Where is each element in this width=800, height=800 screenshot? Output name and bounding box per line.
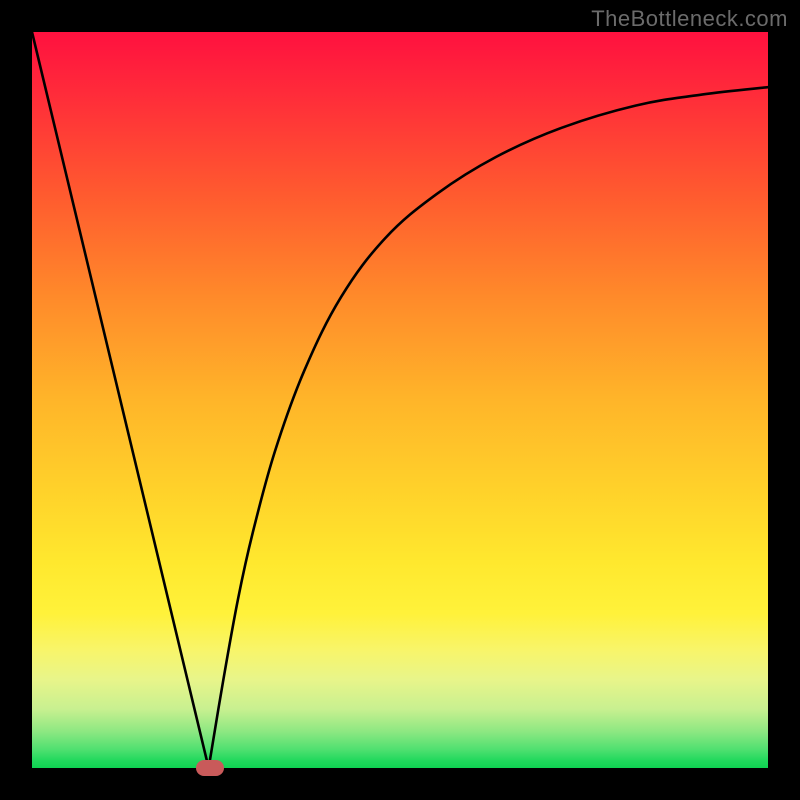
watermark-text: TheBottleneck.com xyxy=(591,6,788,32)
curve-svg xyxy=(32,32,768,768)
curve-left-descent xyxy=(32,32,209,768)
curve-right-ascent xyxy=(209,87,768,768)
minimum-marker xyxy=(196,760,224,776)
chart-frame: TheBottleneck.com xyxy=(0,0,800,800)
plot-area xyxy=(32,32,768,768)
